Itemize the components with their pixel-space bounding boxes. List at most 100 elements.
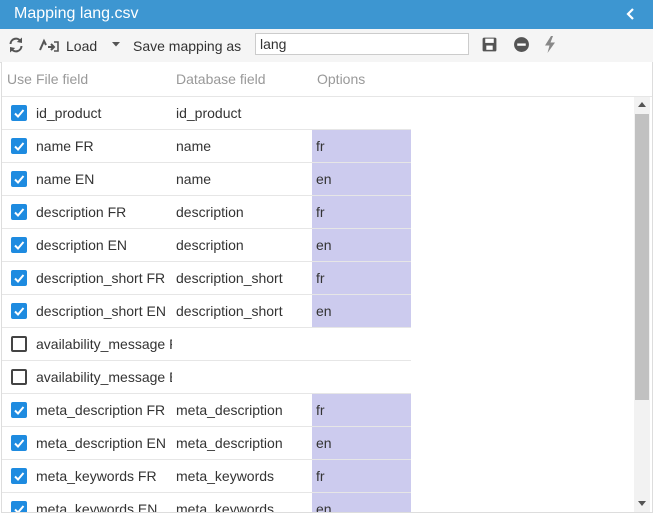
database-field-cell[interactable]: description_short xyxy=(176,303,310,319)
use-checkbox-checked[interactable] xyxy=(11,105,27,121)
database-field-cell[interactable]: meta_keywords xyxy=(176,501,310,512)
file-field-cell: availability_message EN xyxy=(36,369,172,385)
table-row[interactable]: availability_message EN xyxy=(2,361,411,394)
checkmark-icon xyxy=(14,472,25,481)
header-options: Options xyxy=(317,71,366,87)
use-checkbox-checked[interactable] xyxy=(11,468,27,484)
file-field-cell: meta_keywords FR xyxy=(36,468,157,484)
options-value: en xyxy=(316,303,332,319)
table-row[interactable]: meta_keywords FR meta_keywords fr xyxy=(2,460,411,493)
options-cell[interactable]: en xyxy=(312,295,411,327)
options-value: en xyxy=(316,501,332,512)
options-cell[interactable]: en xyxy=(312,163,411,195)
file-field-cell: description_short EN xyxy=(36,303,166,319)
options-cell[interactable]: fr xyxy=(312,460,411,492)
options-value: fr xyxy=(316,468,325,484)
file-field-cell: name FR xyxy=(36,138,94,154)
file-field-cell: meta_description EN xyxy=(36,435,166,451)
checkmark-icon xyxy=(14,175,25,184)
options-value: fr xyxy=(316,402,325,418)
options-value: en xyxy=(316,435,332,451)
checkmark-icon xyxy=(14,208,25,217)
use-checkbox[interactable] xyxy=(11,369,27,385)
header-use: Use xyxy=(7,71,32,87)
options-cell[interactable] xyxy=(312,328,411,360)
use-checkbox-checked[interactable] xyxy=(11,237,27,253)
mapping-name-input[interactable] xyxy=(255,33,469,55)
minus-circle-icon[interactable] xyxy=(513,36,530,53)
table-row[interactable]: description_short FR description_short fr xyxy=(2,262,411,295)
use-checkbox-checked[interactable] xyxy=(11,270,27,286)
scroll-down-arrow-icon[interactable] xyxy=(638,501,646,506)
options-value: en xyxy=(316,237,332,253)
checkmark-icon xyxy=(14,505,25,512)
use-checkbox-checked[interactable] xyxy=(11,138,27,154)
database-field-cell[interactable]: meta_keywords xyxy=(176,468,310,484)
load-label: Load xyxy=(66,37,98,54)
file-field-cell: description EN xyxy=(36,237,128,253)
options-value: fr xyxy=(316,204,325,220)
table-row[interactable]: name EN name en xyxy=(2,163,411,196)
scrollbar-thumb[interactable] xyxy=(635,114,649,400)
database-field-cell[interactable]: description xyxy=(176,237,310,253)
database-field-cell[interactable]: description_short xyxy=(176,270,310,286)
database-field-cell[interactable]: name xyxy=(176,171,310,187)
options-cell[interactable]: fr xyxy=(312,196,411,228)
options-cell[interactable]: en xyxy=(312,229,411,261)
vertical-scrollbar[interactable] xyxy=(634,97,650,512)
lightning-icon[interactable] xyxy=(543,36,557,53)
options-cell[interactable]: en xyxy=(312,427,411,459)
table-row[interactable]: meta_description FR meta_description fr xyxy=(2,394,411,427)
save-mapping-as-label: Save mapping as xyxy=(133,29,241,62)
load-icon xyxy=(39,38,59,52)
table-row[interactable]: name FR name fr xyxy=(2,130,411,163)
chevron-left-icon[interactable] xyxy=(623,6,639,22)
options-cell[interactable]: fr xyxy=(312,262,411,294)
options-value: en xyxy=(316,171,332,187)
options-cell[interactable]: fr xyxy=(312,130,411,162)
table-row[interactable]: description EN description en xyxy=(2,229,411,262)
window-title-bar: Mapping lang.csv xyxy=(0,0,653,29)
database-field-cell[interactable]: meta_description xyxy=(176,435,310,451)
scroll-up-arrow-icon[interactable] xyxy=(638,102,646,107)
options-cell[interactable] xyxy=(312,361,411,393)
table-row[interactable]: meta_keywords EN meta_keywords en xyxy=(2,493,411,512)
table-row[interactable]: availability_message FR xyxy=(2,328,411,361)
save-icon[interactable] xyxy=(481,36,498,53)
database-field-cell[interactable]: description xyxy=(176,204,310,220)
use-checkbox-checked[interactable] xyxy=(11,435,27,451)
use-checkbox-checked[interactable] xyxy=(11,501,27,512)
load-button[interactable]: Load xyxy=(38,29,97,62)
checkmark-icon xyxy=(14,142,25,151)
refresh-icon[interactable] xyxy=(7,36,25,54)
checkmark-icon xyxy=(14,241,25,250)
table-row[interactable]: id_product id_product xyxy=(2,97,411,130)
chevron-down-icon[interactable] xyxy=(109,37,123,51)
window-title: Mapping lang.csv xyxy=(14,5,139,22)
checkmark-icon xyxy=(14,109,25,118)
options-cell[interactable]: fr xyxy=(312,394,411,426)
file-field-cell: meta_description FR xyxy=(36,402,166,418)
checkmark-icon xyxy=(14,439,25,448)
header-file-field: File field xyxy=(36,71,89,87)
use-checkbox-checked[interactable] xyxy=(11,402,27,418)
file-field-cell: meta_keywords EN xyxy=(36,501,158,512)
options-cell[interactable] xyxy=(312,97,411,129)
file-field-cell: description_short FR xyxy=(36,270,166,286)
table-row[interactable]: description FR description fr xyxy=(2,196,411,229)
table-row[interactable]: description_short EN description_short en xyxy=(2,295,411,328)
file-field-cell: availability_message FR xyxy=(36,336,172,352)
table-row[interactable]: meta_description EN meta_description en xyxy=(2,427,411,460)
use-checkbox-checked[interactable] xyxy=(11,171,27,187)
checkmark-icon xyxy=(14,406,25,415)
checkmark-icon xyxy=(14,274,25,283)
checkmark-icon xyxy=(14,307,25,316)
database-field-cell[interactable]: meta_description xyxy=(176,402,310,418)
use-checkbox-checked[interactable] xyxy=(11,303,27,319)
database-field-cell[interactable]: id_product xyxy=(176,105,310,121)
database-field-cell[interactable]: name xyxy=(176,138,310,154)
file-field-cell: id_product xyxy=(36,105,102,121)
options-cell[interactable]: en xyxy=(312,493,411,512)
use-checkbox-checked[interactable] xyxy=(11,204,27,220)
use-checkbox[interactable] xyxy=(11,336,27,352)
